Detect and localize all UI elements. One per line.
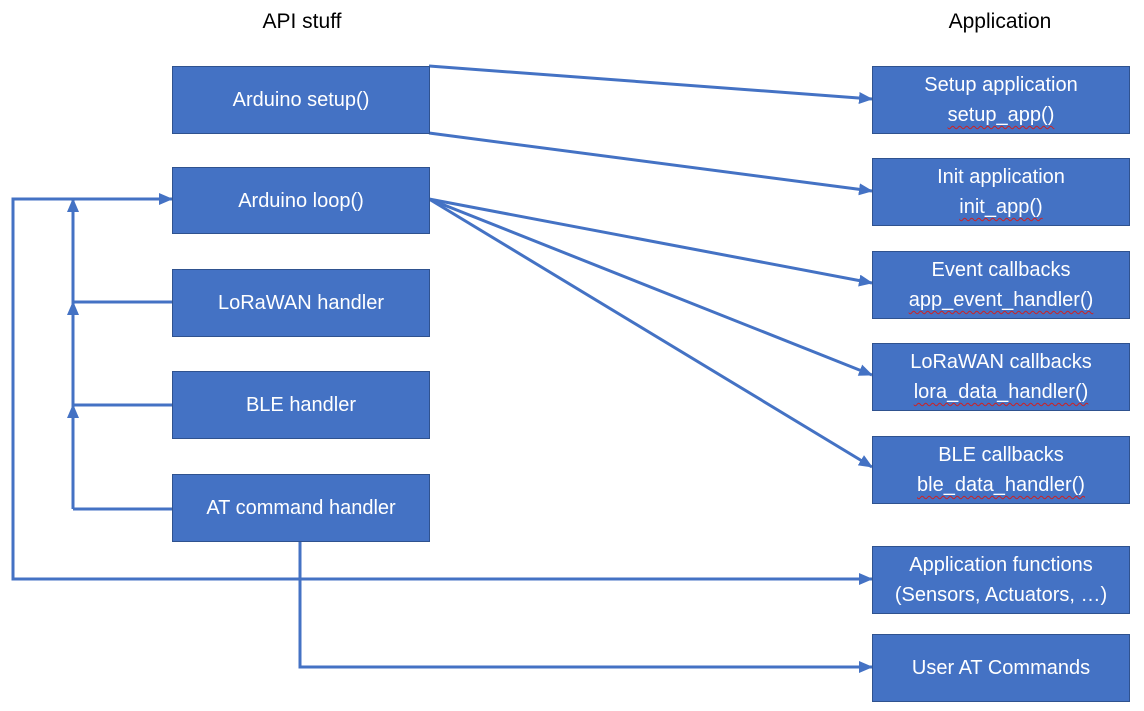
- event-callbacks-box[interactable]: Event callbacks app_event_handler(): [872, 251, 1130, 319]
- user-at-commands-title: User AT Commands: [911, 657, 1091, 679]
- setup-application-title: Setup application: [924, 74, 1078, 96]
- ble-handler-box[interactable]: BLE handler: [172, 371, 430, 439]
- arrow-loop-to-lorawan-callbacks: [428, 197, 873, 377]
- ble-callbacks-box[interactable]: BLE callbacks ble_data_handler(): [872, 436, 1130, 504]
- arrow-setup-to-init-app: [428, 131, 873, 196]
- app-event-handler-function: app_event_handler(): [908, 289, 1094, 311]
- arrow-at-handler-to-user-at-commands: [298, 541, 873, 673]
- init-application-title: Init application: [937, 166, 1065, 188]
- arduino-loop-box[interactable]: Arduino loop(): [172, 167, 430, 234]
- setup-application-box[interactable]: Setup application setup_app(): [872, 66, 1130, 134]
- arduino-setup-box[interactable]: Arduino setup(): [172, 66, 430, 134]
- ble-handler-label: BLE handler: [245, 394, 357, 416]
- lorawan-handler-label: LoRaWAN handler: [217, 292, 384, 314]
- arduino-setup-label: Arduino setup(): [232, 89, 370, 111]
- application-functions-subtitle: (Sensors, Actuators, …): [894, 584, 1108, 606]
- lorawan-callbacks-box[interactable]: LoRaWAN callbacks lora_data_handler(): [872, 343, 1130, 411]
- arrow-loop-to-ble-callbacks: [428, 197, 873, 469]
- user-at-commands-box[interactable]: User AT Commands: [872, 634, 1130, 702]
- ble-callbacks-title: BLE callbacks: [938, 444, 1064, 466]
- setup-app-function: setup_app(): [947, 104, 1055, 126]
- init-app-function: init_app(): [959, 196, 1043, 218]
- lorawan-handler-box[interactable]: LoRaWAN handler: [172, 269, 430, 337]
- init-application-box[interactable]: Init application init_app(): [872, 158, 1130, 226]
- arrow-setup-to-setup-app: [428, 64, 873, 105]
- lorawan-callbacks-title: LoRaWAN callbacks: [910, 351, 1092, 373]
- event-callbacks-title: Event callbacks: [931, 259, 1071, 281]
- application-functions-box[interactable]: Application functions (Sensors, Actuator…: [872, 546, 1130, 614]
- arduino-loop-label: Arduino loop(): [238, 189, 364, 212]
- application-functions-title: Application functions: [909, 554, 1093, 576]
- ble-data-handler-function: ble_data_handler(): [917, 474, 1085, 496]
- at-command-handler-label: AT command handler: [206, 497, 396, 519]
- lora-data-handler-function: lora_data_handler(): [913, 381, 1089, 403]
- arrow-loop-to-event-callbacks: [428, 197, 873, 287]
- at-command-handler-box[interactable]: AT command handler: [172, 474, 430, 542]
